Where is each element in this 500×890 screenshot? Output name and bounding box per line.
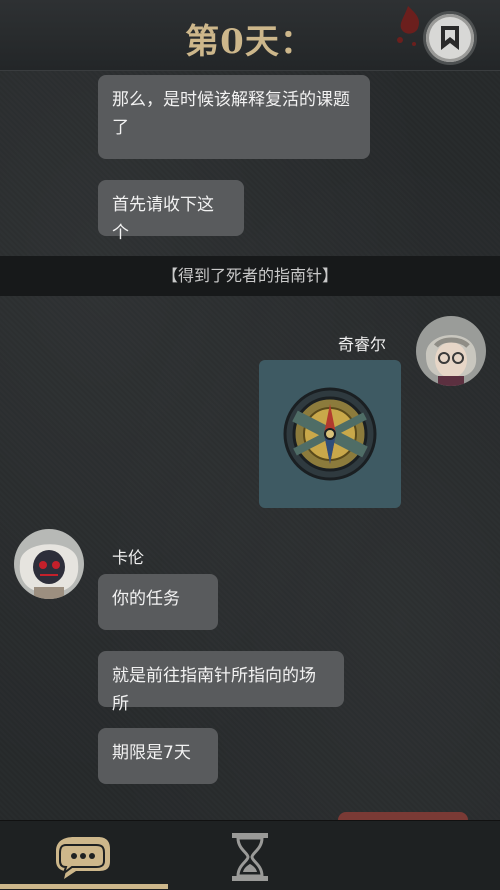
player-avatar[interactable] xyxy=(416,316,486,386)
tab-timeline[interactable] xyxy=(196,821,306,890)
chat-bubble: 你的任务 xyxy=(98,574,218,630)
active-tab-indicator xyxy=(0,884,168,889)
chat-bubble-line: 那么，是时候该解释复活的课题 xyxy=(112,90,350,110)
tab-chat[interactable] xyxy=(30,821,140,890)
chat-bubble-text: 首先请收下这个 xyxy=(112,195,214,243)
npc-name: 卡伦 xyxy=(112,548,145,567)
player-portrait-icon xyxy=(416,316,486,386)
chat-bubble-text: 期限是7天 xyxy=(112,743,191,763)
chat-bubble-text: 就是前往指南针所指向的场所 xyxy=(112,666,316,714)
chat-bubble-text: 你的任务 xyxy=(112,589,180,609)
npc-portrait-icon xyxy=(14,529,84,599)
compass-image-card[interactable] xyxy=(259,360,401,508)
hourglass-icon xyxy=(232,833,268,881)
chat-bubble: 期限是7天 xyxy=(98,728,218,784)
player-name: 奇睿尔 xyxy=(338,335,387,354)
blood-splatter-icon xyxy=(397,6,420,46)
chat-bubble-line: 了 xyxy=(112,118,129,138)
chat-bubble: 就是前往指南针所指向的场所 xyxy=(98,651,344,714)
npc-avatar[interactable] xyxy=(14,529,84,599)
chat-bubble: 那么，是时候该解释复活的课题 了 xyxy=(98,75,370,159)
compass-icon xyxy=(283,387,377,481)
system-notice: 【得到了死者的指南针】 xyxy=(0,256,500,296)
bottom-nav xyxy=(0,820,500,890)
header-bar: 第0天： xyxy=(0,0,500,71)
bookmark-icon xyxy=(441,26,459,50)
chat-bubble: 首先请收下这个 xyxy=(98,180,244,243)
chat-bubble-icon xyxy=(56,837,110,879)
bookmark-button[interactable] xyxy=(426,14,474,62)
